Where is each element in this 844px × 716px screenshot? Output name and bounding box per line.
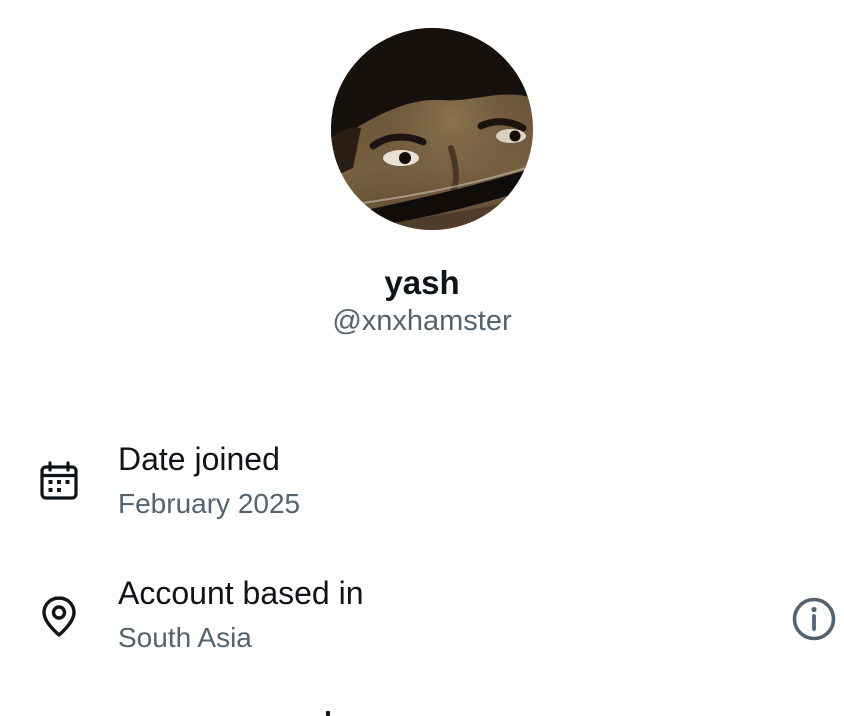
account-location-row: Account based in South Asia — [0, 566, 844, 676]
avatar[interactable] — [331, 28, 533, 230]
next-row-partial — [0, 706, 844, 716]
calendar-icon — [38, 460, 80, 502]
account-location-value: South Asia — [118, 622, 252, 653]
date-joined-value: February 2025 — [118, 488, 301, 519]
date-joined-row: Date joined February 2025 — [0, 432, 844, 542]
cut-off-glyph — [326, 711, 330, 716]
handle: @xnxhamster — [332, 305, 512, 337]
profile-photo — [331, 28, 533, 230]
info-icon[interactable] — [790, 595, 838, 643]
location-pin-icon — [38, 595, 80, 637]
account-location-label: Account based in — [118, 575, 364, 611]
display-name: yash — [384, 264, 460, 301]
date-joined-label: Date joined — [118, 441, 280, 477]
